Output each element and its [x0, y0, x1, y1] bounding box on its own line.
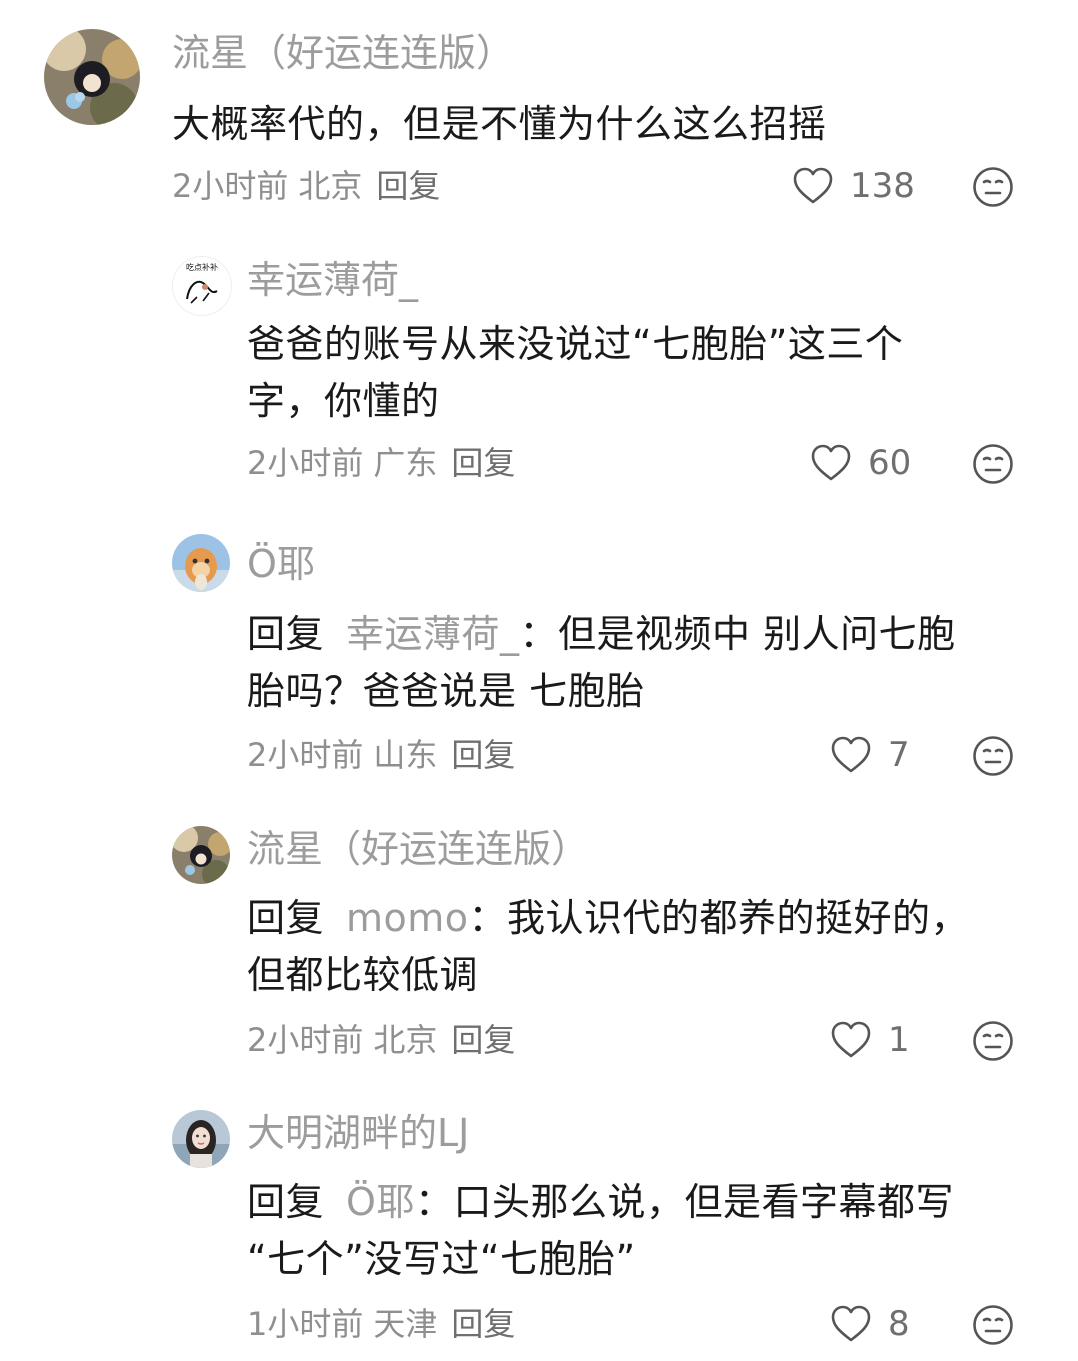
comment-meta: 2小时前 广东 回复	[247, 443, 515, 483]
comment-text-line: 回复 幸运薄荷_：但是视频中 别人问七胞	[247, 612, 956, 656]
location: 天津	[373, 1305, 438, 1343]
like-count: 1	[888, 1020, 910, 1060]
timestamp: 2小时前	[247, 444, 364, 482]
username[interactable]: 流星（好运连连版）	[172, 30, 514, 76]
like-button[interactable]: 60	[810, 441, 911, 485]
comment-text-line: 回复 Ö耶：口头那么说，但是看字幕都写	[247, 1180, 954, 1224]
username[interactable]: Ö耶	[247, 541, 315, 587]
neutral-face-icon[interactable]	[972, 166, 1014, 208]
heart-outline-icon	[811, 444, 851, 481]
comment-text-line: 字，你懂的	[247, 379, 440, 423]
like-button[interactable]: 138	[792, 164, 915, 208]
comment-meta: 1小时前 天津 回复	[247, 1304, 515, 1344]
avatar[interactable]: 吃点补补	[172, 256, 232, 316]
neutral-face-icon[interactable]	[972, 443, 1014, 485]
reply-keyword: 回复	[247, 612, 325, 656]
location: 北京	[298, 167, 363, 205]
comment-text-line: 爸爸的账号从来没说过“七胞胎”这三个	[247, 322, 904, 366]
avatar[interactable]	[44, 29, 140, 125]
location: 广东	[373, 444, 438, 482]
like-count: 8	[888, 1304, 910, 1344]
reply-to-user[interactable]: Ö耶	[346, 1180, 415, 1224]
reply-button[interactable]: 回复	[451, 1305, 515, 1343]
timestamp: 2小时前	[247, 1021, 364, 1059]
neutral-face-icon[interactable]	[972, 1020, 1014, 1062]
reply-button[interactable]: 回复	[376, 167, 440, 205]
location: 山东	[373, 736, 438, 774]
comment-text: 回复 Ö耶：口头那么说，但是看字幕都写 “七个”没写过“七胞胎”	[247, 1174, 1047, 1288]
neutral-face-icon[interactable]	[972, 735, 1014, 777]
comment-meta: 2小时前 北京 回复	[247, 1020, 515, 1060]
timestamp: 1小时前	[247, 1305, 364, 1343]
like-button[interactable]: 7	[830, 733, 910, 777]
reply-button[interactable]: 回复	[451, 444, 515, 482]
comment-meta: 2小时前 山东 回复	[247, 735, 515, 775]
comment-text-line: “七个”没写过“七胞胎”	[247, 1237, 636, 1281]
comment-text: 爸爸的账号从来没说过“七胞胎”这三个 字，你懂的	[247, 316, 1037, 430]
avatar[interactable]	[172, 826, 230, 884]
like-button[interactable]: 8	[830, 1302, 910, 1346]
like-button[interactable]: 1	[830, 1018, 910, 1062]
heart-outline-icon	[793, 167, 833, 204]
avatar-image	[172, 826, 230, 884]
like-count: 60	[868, 443, 912, 483]
reply-button[interactable]: 回复	[451, 736, 515, 774]
username[interactable]: 幸运薄荷_	[247, 257, 418, 303]
like-count: 138	[850, 166, 915, 206]
comment-text-line: 但都比较低调	[247, 953, 479, 997]
comment-text-line: 回复 momo：我认识代的都养的挺好的，	[247, 896, 970, 940]
reply-button[interactable]: 回复	[451, 1021, 515, 1059]
username[interactable]: 流星（好运连连版）	[247, 826, 589, 872]
avatar-caption: 吃点补补	[186, 262, 218, 272]
avatar[interactable]	[172, 1110, 230, 1168]
location: 北京	[373, 1021, 438, 1059]
comment-meta: 2小时前 北京 回复	[172, 166, 440, 206]
comment-text: 大概率代的，但是不懂为什么这么招摇	[172, 102, 827, 146]
like-count: 7	[888, 735, 910, 775]
avatar-image	[172, 1110, 230, 1168]
comment-text: 回复 momo：我认识代的都养的挺好的， 但都比较低调	[247, 890, 1047, 1004]
avatar-image	[44, 29, 140, 125]
reply-keyword: 回复	[247, 1180, 325, 1224]
username[interactable]: 大明湖畔的LJ	[247, 1110, 469, 1156]
avatar[interactable]	[172, 534, 230, 592]
heart-outline-icon	[831, 1305, 871, 1342]
reply-to-user[interactable]: momo	[346, 896, 469, 940]
comment-text: 回复 幸运薄荷_：但是视频中 别人问七胞 胎吗？爸爸说是 七胞胎	[247, 606, 1047, 720]
heart-outline-icon	[831, 1021, 871, 1058]
reply-to-user[interactable]: 幸运薄荷_	[346, 612, 520, 656]
neutral-face-icon[interactable]	[972, 1304, 1014, 1346]
comment-text-line: 胎吗？爸爸说是 七胞胎	[247, 669, 645, 713]
avatar-image	[172, 534, 230, 592]
timestamp: 2小时前	[247, 736, 364, 774]
timestamp: 2小时前	[172, 167, 289, 205]
reply-keyword: 回复	[247, 896, 325, 940]
heart-outline-icon	[831, 736, 871, 773]
avatar-image: 吃点补补	[173, 257, 231, 315]
